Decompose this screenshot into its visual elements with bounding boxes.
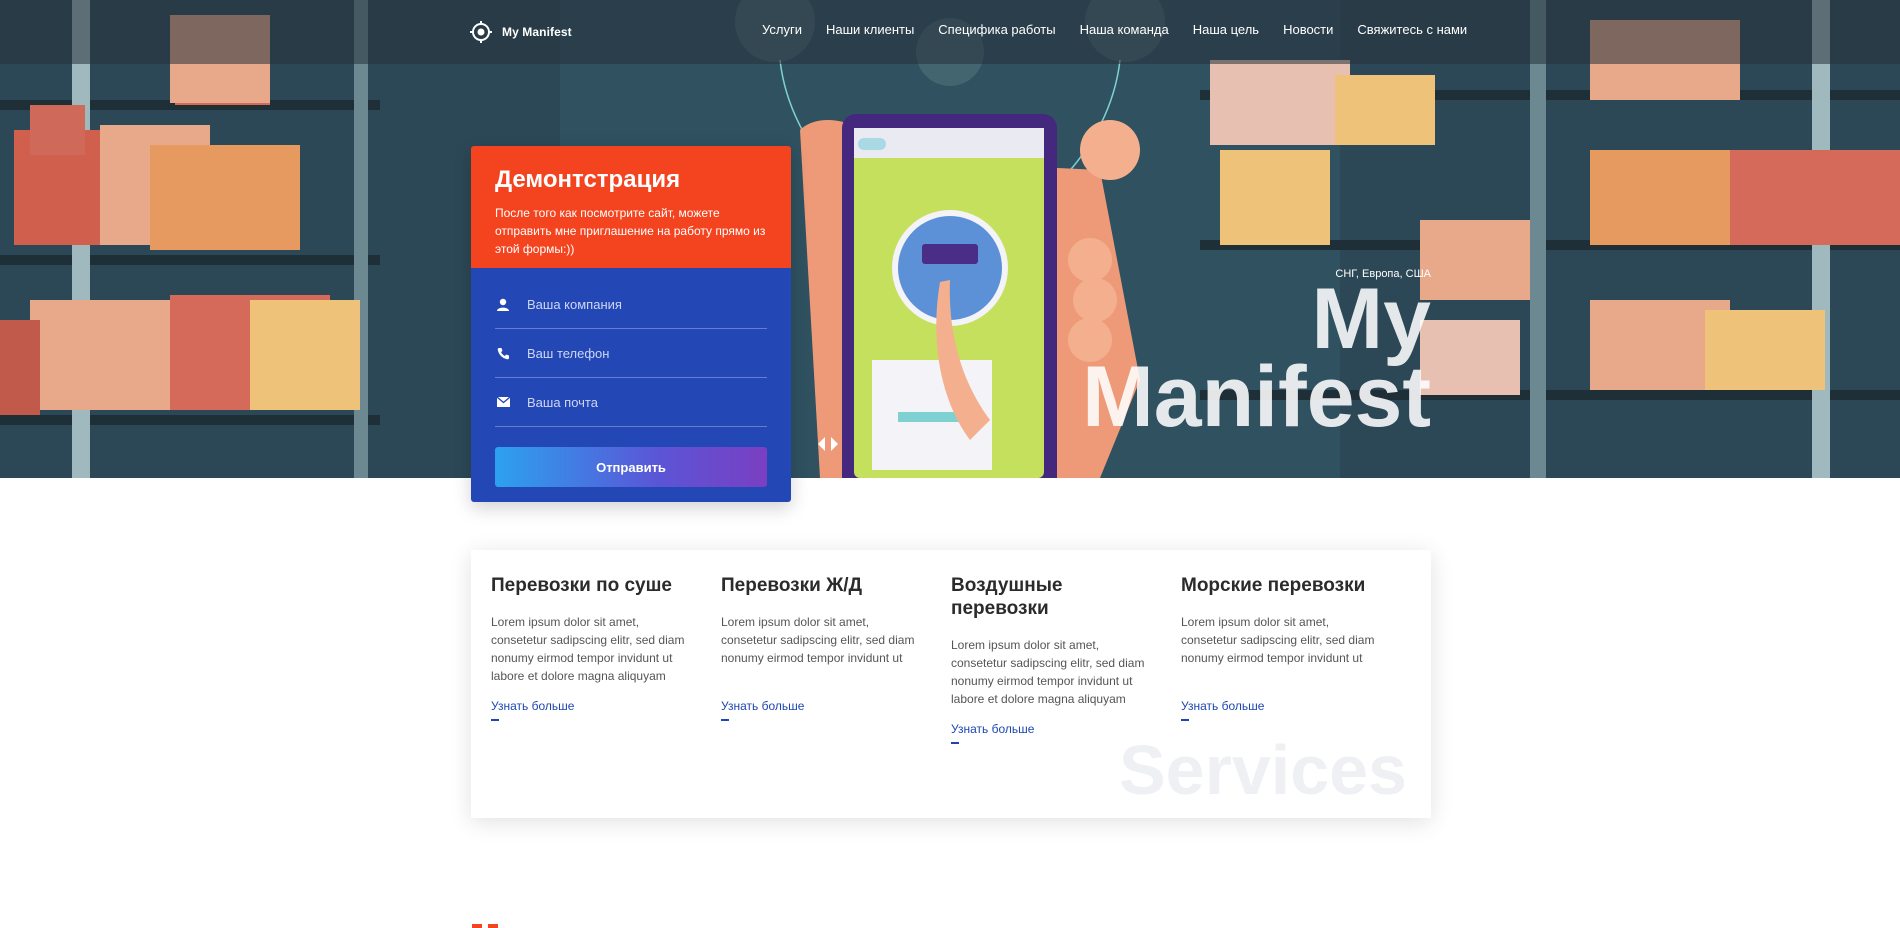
section-accent-mark (472, 924, 498, 928)
arrow-right-icon[interactable] (831, 437, 838, 451)
service-title: Перевозки по суше (491, 575, 672, 596)
slider-arrows (818, 437, 838, 451)
nav-item-news[interactable]: Новости (1283, 22, 1333, 37)
nav-item-specifics[interactable]: Специфика работы (938, 22, 1055, 37)
service-item-air: Воздушные перевозки Lorem ipsum dolor si… (951, 574, 1181, 744)
logo-text: My Manifest (502, 25, 572, 39)
main-nav: Услуги Наши клиенты Специфика работы Наш… (762, 22, 1467, 37)
service-text: Lorem ipsum dolor sit amet, consetetur s… (951, 638, 1145, 706)
company-input[interactable] (525, 295, 767, 313)
hero-title-line1: My (1311, 271, 1431, 367)
service-item-land: Перевозки по суше Lorem ipsum dolor sit … (491, 574, 721, 744)
service-item-rail: Перевозки Ж/Д Lorem ipsum dolor sit amet… (721, 574, 951, 744)
phone-icon (495, 345, 511, 361)
nav-item-services[interactable]: Услуги (762, 22, 802, 37)
hero-title: My Manifest (1082, 271, 1431, 445)
accent-bar (472, 924, 482, 928)
service-text: Lorem ipsum dolor sit amet, consetetur s… (1181, 615, 1375, 665)
demo-form-header: Демонтстрация После того как посмотрите … (471, 146, 791, 268)
demo-form-card: Демонтстрация После того как посмотрите … (471, 146, 791, 502)
nav-item-team[interactable]: Наша команда (1080, 22, 1169, 37)
nav-item-clients[interactable]: Наши клиенты (826, 22, 914, 37)
hero-banner: My Manifest Услуги Наши клиенты Специфик… (0, 0, 1900, 478)
phone-input[interactable] (525, 344, 767, 362)
company-field-row (495, 280, 767, 329)
target-icon (470, 21, 492, 43)
top-navbar: My Manifest Услуги Наши клиенты Специфик… (0, 0, 1900, 64)
submit-button[interactable]: Отправить (495, 447, 767, 487)
warehouse-illustration (0, 0, 1900, 478)
services-card: Services Перевозки по суше Lorem ipsum d… (471, 550, 1431, 818)
demo-form: Отправить (471, 268, 791, 502)
nav-item-contact[interactable]: Свяжитесь с нами (1357, 22, 1467, 37)
service-title: Перевозки Ж/Д (721, 575, 863, 596)
logo[interactable]: My Manifest (470, 20, 572, 44)
arrow-left-icon[interactable] (818, 437, 825, 451)
email-field-row (495, 378, 767, 427)
service-title: Морские перевозки (1181, 575, 1366, 596)
accent-bar (488, 924, 498, 928)
learn-more-link[interactable]: Узнать больше (491, 699, 574, 721)
email-input[interactable] (525, 393, 767, 411)
envelope-icon (495, 394, 511, 410)
phone-field-row (495, 329, 767, 378)
demo-description: После того как посмотрите сайт, можете о… (495, 206, 766, 256)
hero-title-line2: Manifest (1082, 349, 1431, 445)
demo-title: Демонтстрация (495, 166, 681, 193)
user-icon (495, 296, 511, 312)
service-text: Lorem ipsum dolor sit amet, consetetur s… (491, 615, 685, 683)
nav-item-goal[interactable]: Наша цель (1193, 22, 1259, 37)
learn-more-link[interactable]: Узнать больше (1181, 699, 1264, 721)
learn-more-link[interactable]: Узнать больше (951, 722, 1034, 744)
service-item-sea: Морские перевозки Lorem ipsum dolor sit … (1181, 574, 1411, 744)
service-title: Воздушные перевозки (951, 575, 1063, 619)
service-text: Lorem ipsum dolor sit amet, consetetur s… (721, 615, 915, 665)
services-grid: Перевозки по суше Lorem ipsum dolor sit … (471, 550, 1431, 744)
learn-more-link[interactable]: Узнать больше (721, 699, 804, 721)
